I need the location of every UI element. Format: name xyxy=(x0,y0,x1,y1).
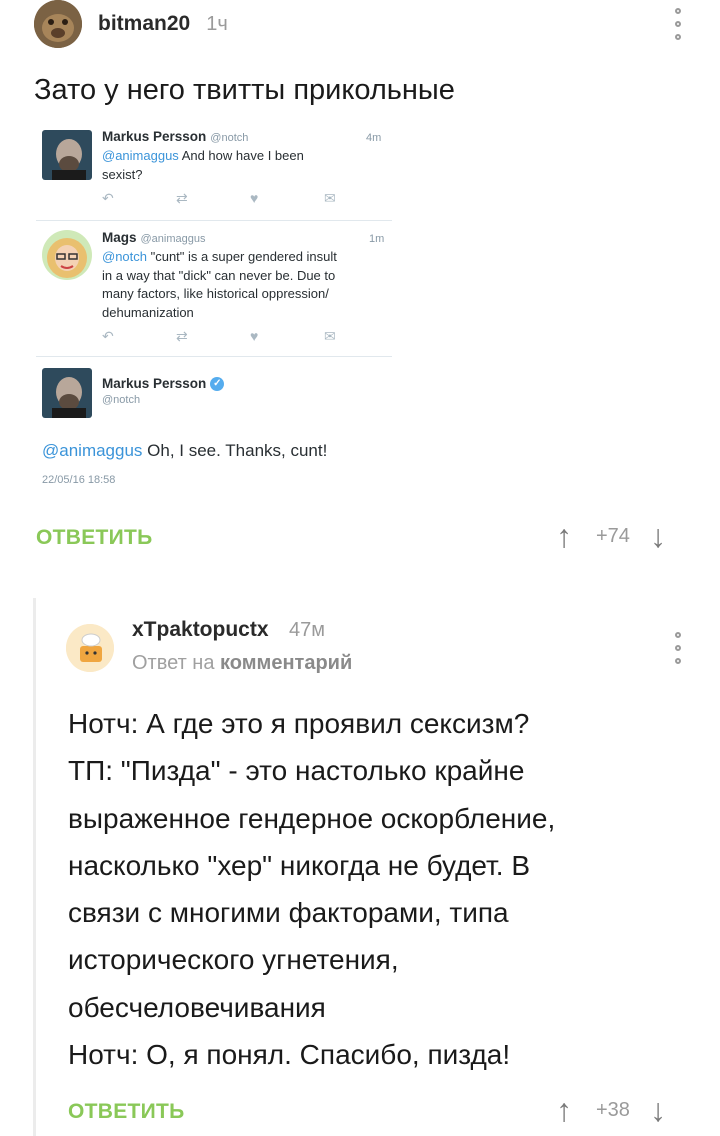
username[interactable]: xTpaktopuctx xyxy=(132,618,269,641)
more-options-icon[interactable] xyxy=(668,628,688,668)
reply-to-info: Ответ на комментарий xyxy=(132,652,353,674)
vote-controls: ↑ +74 ↓ xyxy=(556,520,666,552)
comment-header: xTpaktopuctx 47м xyxy=(132,618,325,642)
comment-text: Нотч: А где это я проявил сексизм? ТП: "… xyxy=(68,708,556,1071)
vote-controls: ↑ +38 ↓ xyxy=(556,1094,666,1126)
tweet-avatar xyxy=(42,368,92,418)
parent-comment-link[interactable]: комментарий xyxy=(220,652,352,674)
message-icon: ✉ xyxy=(324,190,336,206)
tweet-avatar xyxy=(42,130,92,180)
tweet-author: Mags @animaggus xyxy=(102,230,206,245)
reply-icon: ↶ xyxy=(102,328,114,344)
username[interactable]: bitman20 xyxy=(98,12,190,36)
verified-icon: ✓ xyxy=(210,377,225,392)
reply-button[interactable]: ОТВЕТИТЬ xyxy=(68,1100,185,1124)
reply-icon: ↶ xyxy=(102,190,114,206)
tweet-handle: @notch xyxy=(102,394,141,406)
more-options-icon[interactable] xyxy=(668,4,688,44)
message-icon: ✉ xyxy=(324,328,336,344)
downvote-icon[interactable]: ↓ xyxy=(650,1094,666,1126)
tweet-avatar xyxy=(42,230,92,280)
tweet-actions: ↶ ⇄ ♥ ✉ xyxy=(102,328,398,345)
upvote-icon[interactable]: ↑ xyxy=(556,1094,572,1126)
upvote-icon[interactable]: ↑ xyxy=(556,520,572,552)
avatar[interactable] xyxy=(66,624,114,672)
comment-score: +38 xyxy=(596,1098,630,1121)
comment-time: 1ч xyxy=(206,12,228,35)
like-icon: ♥ xyxy=(250,328,259,344)
avatar[interactable] xyxy=(34,0,82,48)
retweet-icon: ⇄ xyxy=(176,190,188,206)
retweet-icon: ⇄ xyxy=(176,328,188,344)
thread-line[interactable] xyxy=(33,598,36,1136)
downvote-icon[interactable]: ↓ xyxy=(650,520,666,552)
tweet-handle: @animaggus xyxy=(140,233,206,245)
reply-button[interactable]: ОТВЕТИТЬ xyxy=(36,526,153,550)
like-icon: ♥ xyxy=(250,190,259,206)
tweet-time: 1m xyxy=(369,233,385,245)
comment-time: 47м xyxy=(288,619,325,641)
divider xyxy=(36,220,392,221)
tweet-body: @notch "cunt" is a super gendered insult… xyxy=(102,249,337,320)
comment-score: +74 xyxy=(596,524,630,547)
divider xyxy=(36,356,392,357)
comment-text: Зато у него твитты прикольные xyxy=(34,74,455,106)
tweet-actions: ↶ ⇄ ♥ ✉ xyxy=(102,190,398,207)
tweet-body: @animaggus And how have I been sexist? xyxy=(102,148,304,182)
embedded-tweet-image: Markus Persson @notch 4m @animaggus And h… xyxy=(36,118,394,496)
tweet-handle: @notch xyxy=(210,132,249,144)
comment-header: bitman20 1ч xyxy=(34,0,228,48)
tweet-time: 4m xyxy=(366,132,382,144)
tweet-author: Markus Persson @notch xyxy=(102,129,249,144)
tweet-body: @animaggus Oh, I see. Thanks, cunt! xyxy=(42,441,328,460)
tweet-author: Markus Persson ✓ xyxy=(102,376,225,392)
tweet-date: 22/05/16 18:58 xyxy=(42,474,116,486)
